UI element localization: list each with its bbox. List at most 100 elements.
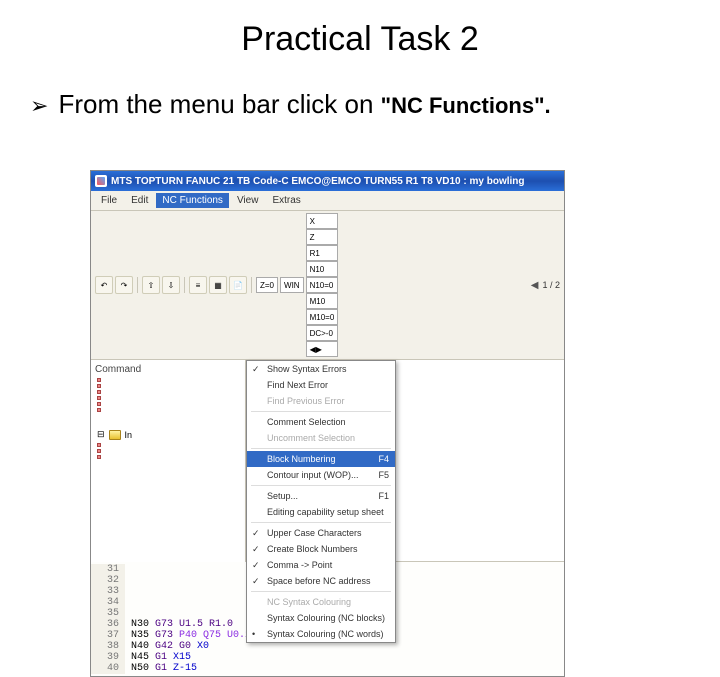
code-text: N40 G42 G0 X0 xyxy=(125,641,209,652)
dropdown-item[interactable]: Block NumberingF4 xyxy=(247,451,395,467)
dropdown-separator xyxy=(251,448,391,449)
sidebar-label: Command xyxy=(91,362,245,377)
win-field[interactable]: WIN xyxy=(280,277,304,293)
dropdown-item-label: Find Previous Error xyxy=(267,396,345,406)
dropdown-item[interactable]: ✓Create Block Numbers xyxy=(247,541,395,557)
move-up-button[interactable]: ⇧ xyxy=(142,276,160,294)
dot-icon xyxy=(97,396,101,400)
coord-field[interactable]: Z xyxy=(306,229,339,245)
code-text: N45 G1 X15 xyxy=(125,652,191,663)
dropdown-item[interactable]: ✓Space before NC address xyxy=(247,573,395,589)
line-number: 37 xyxy=(91,630,125,641)
folder-icon xyxy=(109,430,121,440)
bullet-row: ➢ From the menu bar click on "NC Functio… xyxy=(0,59,720,130)
dropdown-item-label: Block Numbering xyxy=(267,454,336,464)
dropdown-item-label: Contour input (WOP)... xyxy=(267,470,359,480)
dot-icon xyxy=(97,449,101,453)
dropdown-item[interactable]: Find Next Error xyxy=(247,377,395,393)
coord-field[interactable]: X xyxy=(306,213,339,229)
app-icon xyxy=(95,175,107,187)
menubar: FileEditNC FunctionsViewExtras xyxy=(91,191,564,211)
coord-field[interactable]: DC>-0 xyxy=(306,325,339,341)
code-text: N30 G73 U1.5 R1.0 xyxy=(125,619,233,630)
menu-nc-functions[interactable]: NC Functions xyxy=(156,193,229,208)
sidebar-folder[interactable]: ⊟ In xyxy=(91,427,245,442)
minus-icon: ⊟ xyxy=(97,429,105,440)
dropdown-item-label: Upper Case Characters xyxy=(267,528,362,538)
folder-label: In xyxy=(125,430,133,440)
dot-icon xyxy=(97,402,101,406)
list-button[interactable]: ≡ xyxy=(189,276,207,294)
dropdown-item-label: Uncomment Selection xyxy=(267,433,355,443)
dropdown-item[interactable]: ✓ Upper Case Characters xyxy=(247,525,395,541)
code-text xyxy=(125,575,131,586)
line-number: 35 xyxy=(91,608,125,619)
dropdown-item: Uncomment Selection xyxy=(247,430,395,446)
dot-icon xyxy=(97,455,101,459)
dropdown-item[interactable]: Comment Selection xyxy=(247,414,395,430)
toolbar-sep xyxy=(251,277,252,293)
toolbar-sep xyxy=(184,277,185,293)
dropdown-item-label: Comma -> Point xyxy=(267,560,332,570)
code-text xyxy=(125,597,131,608)
line-number: 40 xyxy=(91,663,125,674)
coord-field[interactable]: M10=0 xyxy=(306,309,339,325)
code-text: N50 G1 Z-15 xyxy=(125,663,197,674)
line-number: 32 xyxy=(91,575,125,586)
titlebar[interactable]: MTS TOPTURN FANUC 21 TB Code-C EMCO@EMCO… xyxy=(91,171,564,191)
nc-functions-dropdown: ✓Show Syntax Errors Find Next Error Find P… xyxy=(246,360,396,643)
doc-button[interactable]: 📄 xyxy=(229,276,247,294)
arrow-bullet-icon: ➢ xyxy=(30,93,48,119)
sidebar: Command ⊟ In xyxy=(91,360,246,562)
grid-button[interactable]: ▦ xyxy=(209,276,227,294)
dropdown-item[interactable]: Contour input (WOP)... F5 xyxy=(247,467,395,483)
code-text xyxy=(125,608,131,619)
sidebar-item[interactable] xyxy=(91,454,245,460)
coord-z-field[interactable]: Z=0 xyxy=(256,277,278,293)
coord-field[interactable]: R1 xyxy=(306,245,339,261)
menu-view[interactable]: View xyxy=(231,193,265,208)
dropdown-item[interactable]: Editing capability setup sheet xyxy=(247,504,395,520)
dropdown-separator xyxy=(251,591,391,592)
dot-icon xyxy=(97,408,101,412)
coord-field[interactable]: N10 xyxy=(306,261,339,277)
pager-prev-icon[interactable]: ◀ xyxy=(531,280,539,291)
shortcut: F5 xyxy=(378,470,389,480)
dropdown-item[interactable]: ✓Comma -> Point xyxy=(247,557,395,573)
dropdown-item[interactable]: ✓Show Syntax Errors xyxy=(247,361,395,377)
dropdown-item[interactable]: Syntax Colouring (NC blocks) xyxy=(247,610,395,626)
menu-extras[interactable]: Extras xyxy=(266,193,306,208)
undo-button[interactable]: ↶ xyxy=(95,276,113,294)
line-number: 33 xyxy=(91,586,125,597)
move-down-button[interactable]: ⇩ xyxy=(162,276,180,294)
shortcut: F1 xyxy=(378,491,389,501)
sidebar-item[interactable] xyxy=(91,407,245,413)
code-row[interactable]: 40N50 G1 Z-15 xyxy=(91,663,564,674)
coord-field[interactable]: M10 xyxy=(306,293,339,309)
check-icon: ✓ xyxy=(252,528,260,539)
dropdown-item-label: Comment Selection xyxy=(267,417,346,427)
redo-button[interactable]: ↷ xyxy=(115,276,133,294)
dropdown-item-label: NC Syntax Colouring xyxy=(267,597,351,607)
coord-field[interactable]: ◀▶ xyxy=(306,341,339,357)
code-row[interactable]: 39N45 G1 X15 xyxy=(91,652,564,663)
dropdown-item[interactable]: Setup... F1 xyxy=(247,488,395,504)
window-title: MTS TOPTURN FANUC 21 TB Code-C EMCO@EMCO… xyxy=(111,176,525,187)
coord-field[interactable]: N10=0 xyxy=(306,277,339,293)
dropdown-item: Find Previous Error xyxy=(247,393,395,409)
dropdown-item-label: Create Block Numbers xyxy=(267,544,358,554)
dropdown-item[interactable]: •Syntax Colouring (NC words) xyxy=(247,626,395,642)
slide-title: Practical Task 2 xyxy=(0,0,720,59)
line-number: 31 xyxy=(91,564,125,575)
dot-icon xyxy=(97,378,101,382)
pager-text: 1 / 2 xyxy=(542,280,560,290)
dot-icon xyxy=(97,384,101,388)
dropdown-item-label: Space before NC address xyxy=(267,576,371,586)
dropdown-item-label: Find Next Error xyxy=(267,380,328,390)
menu-file[interactable]: File xyxy=(95,193,123,208)
line-number: 34 xyxy=(91,597,125,608)
dropdown-item-label: Setup... xyxy=(267,491,298,501)
line-number: 38 xyxy=(91,641,125,652)
check-icon: ✓ xyxy=(252,364,260,375)
menu-edit[interactable]: Edit xyxy=(125,193,154,208)
